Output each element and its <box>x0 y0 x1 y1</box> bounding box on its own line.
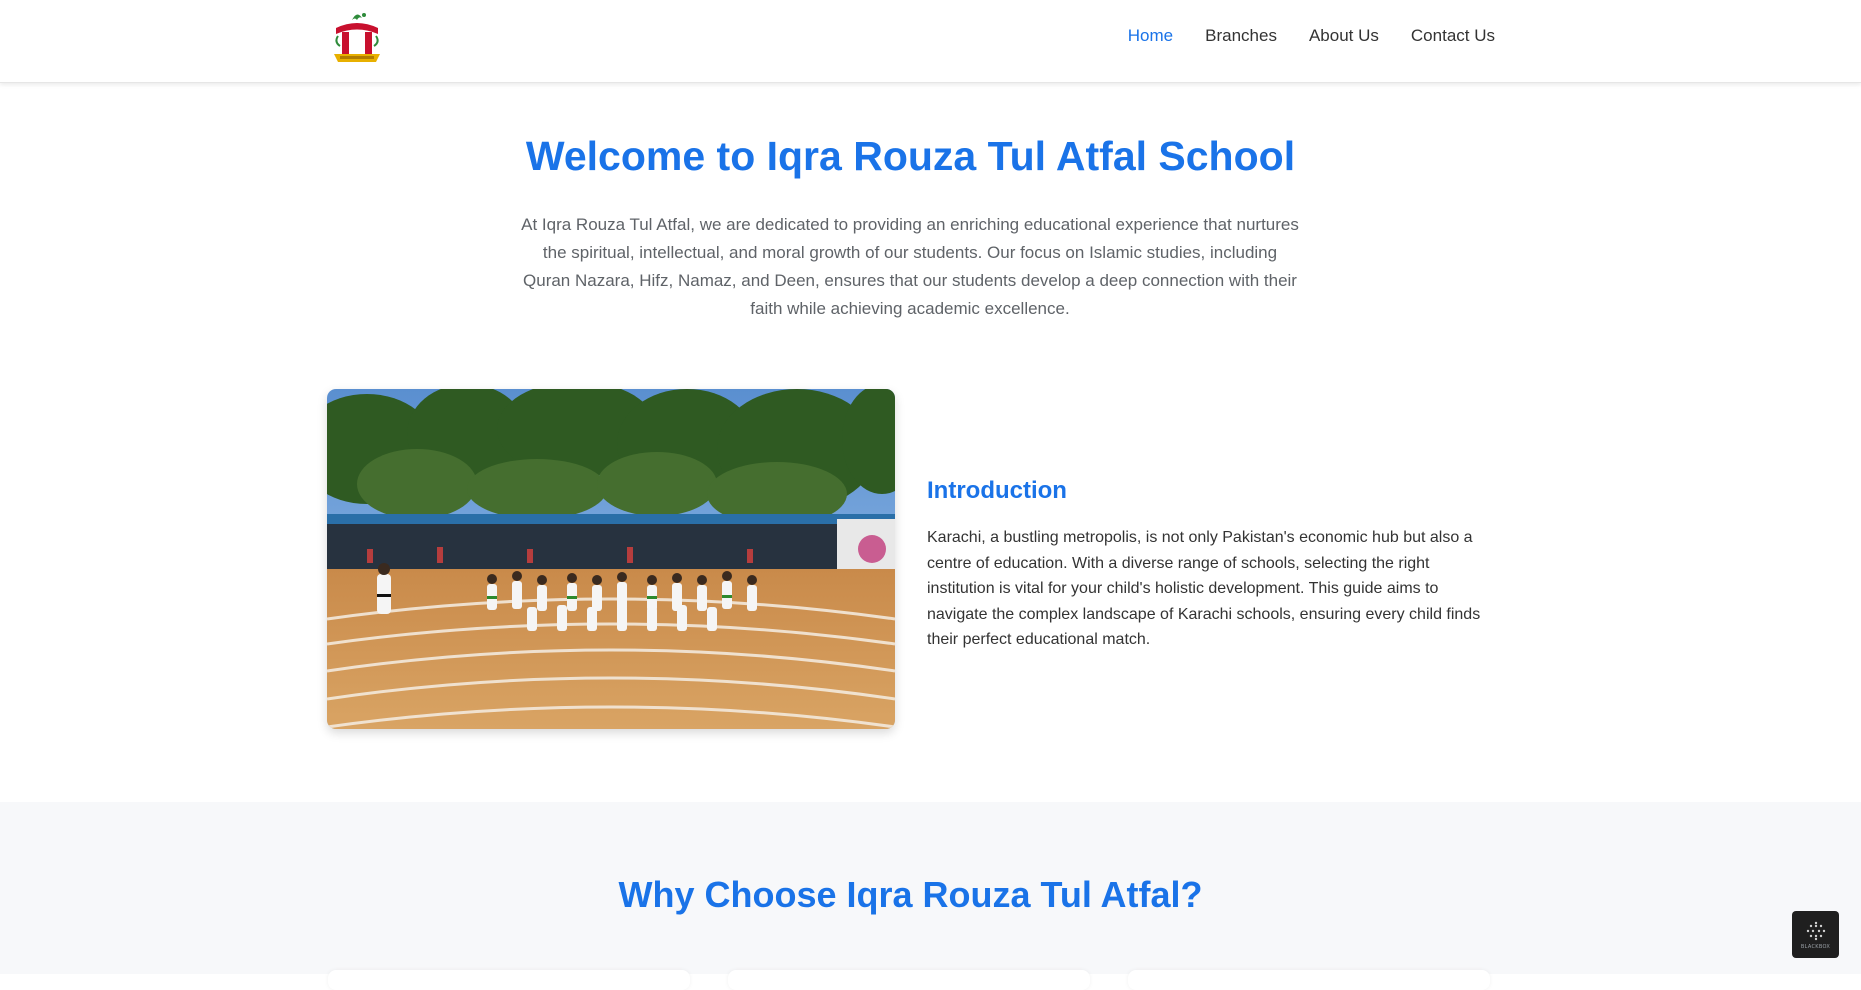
why-choose-title: Why Choose Iqra Rouza Tul Atfal? <box>618 874 1203 915</box>
nav-branches-link[interactable]: Branches <box>1205 24 1277 48</box>
hero-description: At Iqra Rouza Tul Atfal, we are dedicate… <box>521 215 1299 318</box>
intro-title: Introduction <box>927 477 1067 504</box>
nav-about-us-link[interactable]: About Us <box>1309 24 1379 48</box>
navbar: Home Branches About Us Contact Us <box>0 0 1861 83</box>
feature-card <box>1128 970 1490 990</box>
why-choose-section: Why Choose Iqra Rouza Tul Atfal? <box>0 802 1861 990</box>
feature-card <box>328 970 690 990</box>
intro-image <box>327 389 895 729</box>
blackbox-widget-button[interactable]: BLACKBOX <box>1792 911 1839 958</box>
intro-description: Karachi, a bustling metropolis, is not o… <box>927 529 1481 649</box>
hero-title: Welcome to Iqra Rouza Tul Atfal School <box>525 133 1296 179</box>
nav-home-link[interactable]: Home <box>1128 24 1173 48</box>
school-logo[interactable] <box>328 8 386 68</box>
widget-label: BLACKBOX <box>1800 943 1831 950</box>
main-nav: Home Branches About Us Contact Us <box>1096 24 1495 48</box>
feature-card <box>728 970 1090 990</box>
nav-contact-us-link[interactable]: Contact Us <box>1411 24 1495 48</box>
karate-event-photo <box>327 389 895 729</box>
cube-grid-icon <box>1806 921 1825 940</box>
